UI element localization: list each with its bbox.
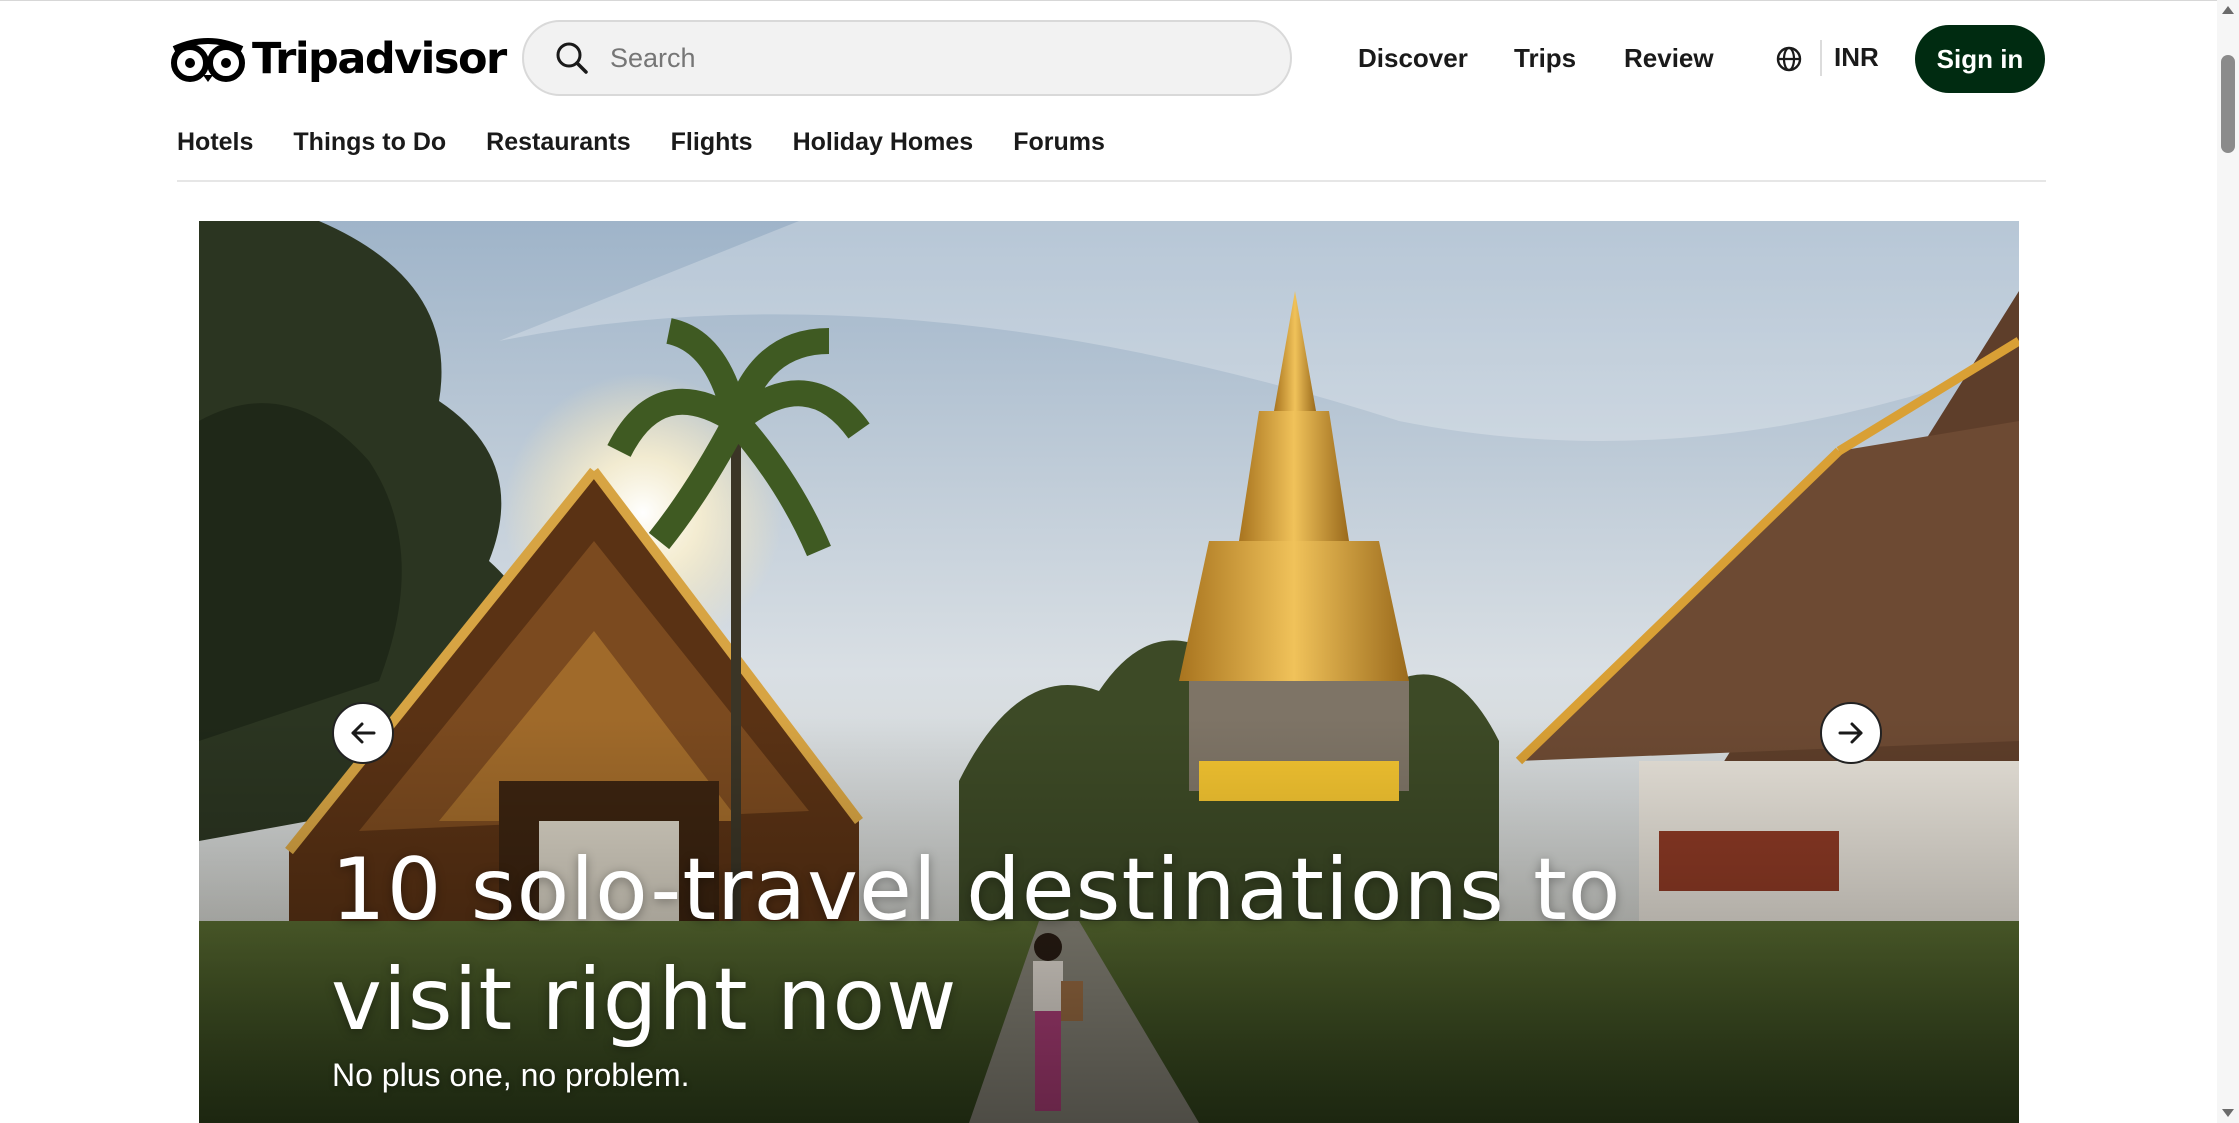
hero-banner[interactable]: 10 solo-travel destinations to visit rig…	[199, 221, 2019, 1123]
currency-selector[interactable]: INR	[1834, 42, 1879, 73]
tripadvisor-logo[interactable]: Tripadvisor	[170, 33, 507, 85]
globe-icon[interactable]	[1774, 44, 1804, 74]
sign-in-button[interactable]: Sign in	[1915, 25, 2045, 93]
search-icon	[554, 40, 590, 76]
nav-trips[interactable]: Trips	[1514, 40, 1576, 76]
hero-title-line-2: visit right now	[331, 950, 958, 1050]
scroll-up-arrow-icon[interactable]	[2222, 6, 2234, 14]
nav-restaurants[interactable]: Restaurants	[486, 128, 631, 171]
scroll-down-arrow-icon[interactable]	[2222, 1109, 2234, 1117]
arrow-left-icon	[351, 722, 376, 744]
owl-logo-icon	[171, 38, 245, 82]
hero-title-line-1: 10 solo-travel destinations to	[331, 840, 1622, 940]
search-input[interactable]	[608, 41, 1212, 75]
nav-divider	[177, 180, 2046, 182]
nav-discover[interactable]: Discover	[1358, 40, 1468, 76]
nav-flights[interactable]: Flights	[671, 128, 753, 171]
window-top-border	[0, 0, 2239, 1]
nav-forums[interactable]: Forums	[1013, 128, 1105, 171]
logo-text: Tripadvisor	[252, 34, 507, 84]
search-bar[interactable]	[522, 20, 1292, 96]
nav-review[interactable]: Review	[1624, 40, 1714, 76]
hero-subtitle: No plus one, no problem.	[332, 1057, 690, 1093]
nav-things-to-do[interactable]: Things to Do	[293, 128, 446, 171]
carousel-next-button[interactable]	[1820, 702, 1882, 764]
page-scrollbar[interactable]	[2217, 0, 2239, 1123]
category-nav: Hotels Things to Do Restaurants Flights …	[177, 128, 1105, 171]
currency-divider	[1820, 40, 1822, 76]
hero-title[interactable]: 10 solo-travel destinations to visit rig…	[331, 835, 1731, 1055]
scrollbar-thumb[interactable]	[2221, 55, 2235, 153]
carousel-prev-button[interactable]	[332, 702, 394, 764]
arrow-right-icon	[1838, 722, 1863, 744]
nav-hotels[interactable]: Hotels	[177, 128, 253, 171]
nav-holiday-homes[interactable]: Holiday Homes	[793, 128, 974, 171]
